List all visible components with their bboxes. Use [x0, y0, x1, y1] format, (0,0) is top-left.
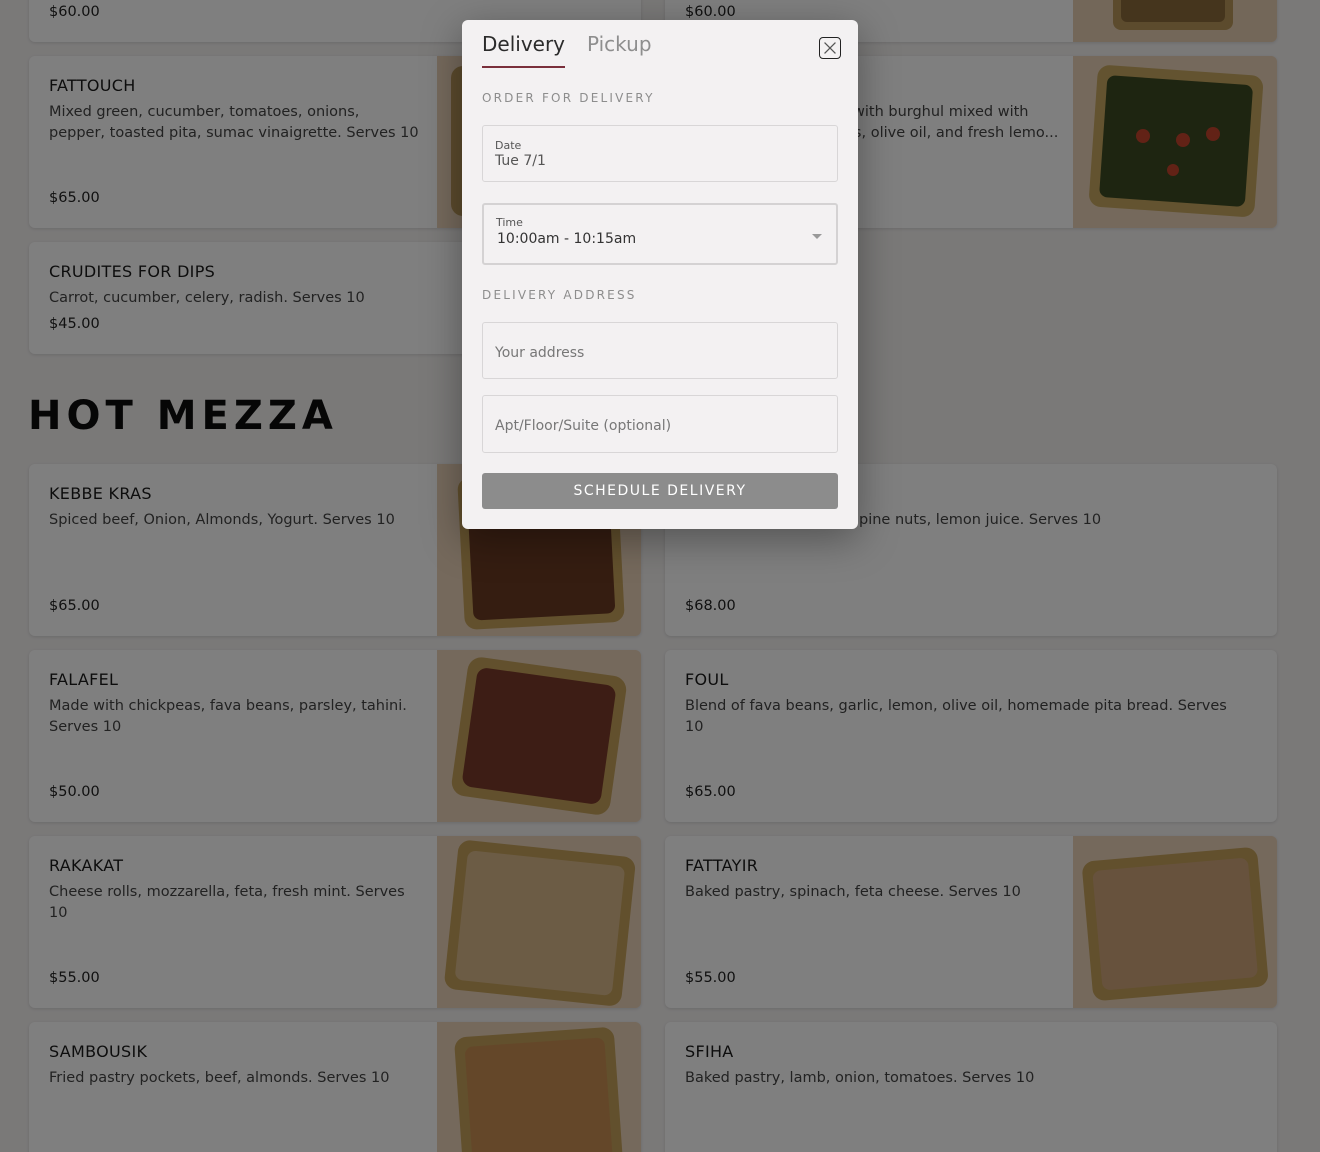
apt-placeholder: Apt/Floor/Suite (optional): [495, 418, 672, 434]
tab-pickup[interactable]: Pickup: [587, 32, 652, 56]
date-value: Tue 7/1: [495, 153, 546, 169]
delivery-modal: Delivery Pickup ORDER FOR DELIVERY Date …: [462, 20, 858, 529]
address-input[interactable]: Your address: [482, 322, 838, 379]
close-button[interactable]: [819, 37, 841, 59]
apt-input[interactable]: Apt/Floor/Suite (optional): [482, 395, 838, 453]
address-section-label: DELIVERY ADDRESS: [482, 288, 637, 302]
time-select[interactable]: Time 10:00am - 10:15am: [482, 203, 838, 265]
close-icon: [824, 42, 836, 54]
time-value: 10:00am - 10:15am: [497, 231, 637, 247]
address-placeholder: Your address: [495, 345, 585, 361]
schedule-delivery-button[interactable]: SCHEDULE DELIVERY: [482, 473, 838, 509]
date-label: Date: [495, 139, 522, 152]
chevron-down-icon: [812, 234, 822, 239]
tab-delivery[interactable]: Delivery: [482, 32, 566, 68]
date-field[interactable]: Date Tue 7/1: [482, 125, 838, 182]
time-label: Time: [496, 216, 523, 229]
order-section-label: ORDER FOR DELIVERY: [482, 91, 655, 105]
